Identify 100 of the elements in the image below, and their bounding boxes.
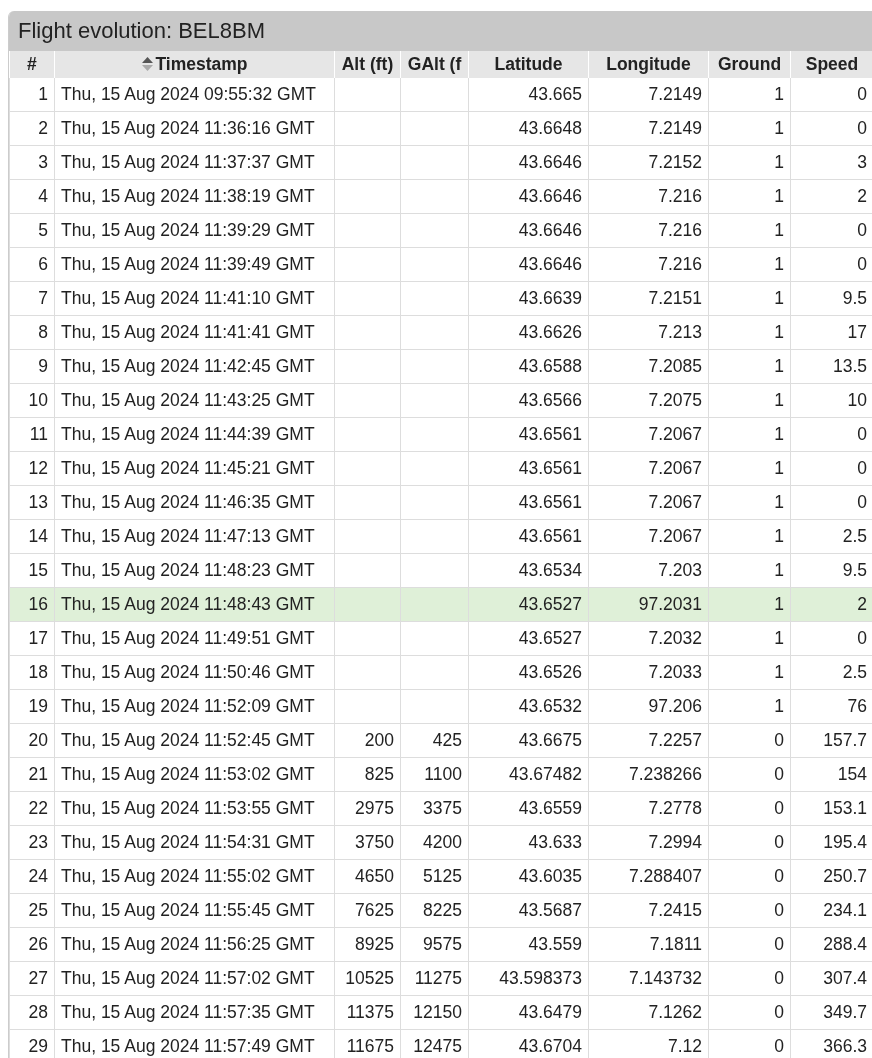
table-row[interactable]: 6 Thu, 15 Aug 2024 11:39:49 GMT 43.6646 7.216 1 0 xyxy=(9,247,872,282)
table-row[interactable]: 28 Thu, 15 Aug 2024 11:57:35 GMT 11375 12150 43.6479 7.1262 0 349.7 xyxy=(9,995,872,1030)
table-row[interactable]: 4 Thu, 15 Aug 2024 11:38:19 GMT 43.6646 7.216 1 2 xyxy=(9,179,872,214)
longitude-cell: 7.238266 xyxy=(588,757,709,792)
latitude-cell: 43.6527 xyxy=(468,621,589,656)
longitude-cell: 7.2075 xyxy=(588,383,709,418)
table-row[interactable]: 25 Thu, 15 Aug 2024 11:55:45 GMT 7625 8225 43.5687 7.2415 0 234.1 xyxy=(9,893,872,928)
timestamp-cell: Thu, 15 Aug 2024 11:38:19 GMT xyxy=(54,179,335,214)
table-row[interactable]: 13 Thu, 15 Aug 2024 11:46:35 GMT 43.6561 7.2067 1 0 xyxy=(9,485,872,520)
table-row[interactable]: 12 Thu, 15 Aug 2024 11:45:21 GMT 43.6561 7.2067 1 0 xyxy=(9,451,872,486)
row-number: 23 xyxy=(9,825,55,860)
column-header: Longitude xyxy=(588,51,709,78)
latitude-cell: 43.6561 xyxy=(468,451,589,486)
ground-cell: 1 xyxy=(708,587,791,622)
ground-cell: 1 xyxy=(708,315,791,350)
table-row[interactable]: 20 Thu, 15 Aug 2024 11:52:45 GMT 200 425 43.6675 7.2257 0 157.7 xyxy=(9,723,872,758)
longitude-cell: 7.2994 xyxy=(588,825,709,860)
longitude-cell: 97.206 xyxy=(588,689,709,724)
table-row[interactable]: 29 Thu, 15 Aug 2024 11:57:49 GMT 11675 12475 43.6704 7.12 0 366.3 xyxy=(9,1029,872,1058)
timestamp-cell: Thu, 15 Aug 2024 11:45:21 GMT xyxy=(54,451,335,486)
table-row[interactable]: 10 Thu, 15 Aug 2024 11:43:25 GMT 43.6566 7.2075 1 10 xyxy=(9,383,872,418)
gps-altitude-cell: 11275 xyxy=(400,961,469,996)
ground-cell: 1 xyxy=(708,451,791,486)
row-number: 26 xyxy=(9,927,55,962)
table-row[interactable]: 26 Thu, 15 Aug 2024 11:56:25 GMT 8925 9575 43.559 7.1811 0 288.4 xyxy=(9,927,872,962)
row-number: 20 xyxy=(9,723,55,758)
latitude-cell: 43.6646 xyxy=(468,179,589,214)
ground-cell: 1 xyxy=(708,485,791,520)
row-number: 13 xyxy=(9,485,55,520)
ground-cell: 1 xyxy=(708,417,791,452)
longitude-cell: 7.2149 xyxy=(588,78,709,112)
longitude-cell: 7.2067 xyxy=(588,519,709,554)
row-number: 9 xyxy=(9,349,55,384)
ground-cell: 1 xyxy=(708,179,791,214)
timestamp-cell: Thu, 15 Aug 2024 11:36:16 GMT xyxy=(54,111,335,146)
altitude-cell: 8925 xyxy=(334,927,401,962)
table-row[interactable]: 9 Thu, 15 Aug 2024 11:42:45 GMT 43.6588 7.2085 1 13.5 xyxy=(9,349,872,384)
latitude-cell: 43.6532 xyxy=(468,689,589,724)
longitude-cell: 7.203 xyxy=(588,553,709,588)
latitude-cell: 43.6639 xyxy=(468,281,589,316)
latitude-cell: 43.6648 xyxy=(468,111,589,146)
table-row[interactable]: 5 Thu, 15 Aug 2024 11:39:29 GMT 43.6646 7.216 1 0 xyxy=(9,213,872,248)
gps-altitude-cell: 8225 xyxy=(400,893,469,928)
latitude-cell: 43.598373 xyxy=(468,961,589,996)
longitude-cell: 7.2149 xyxy=(588,111,709,146)
row-number: 27 xyxy=(9,961,55,996)
timestamp-cell: Thu, 15 Aug 2024 11:57:35 GMT xyxy=(54,995,335,1030)
longitude-cell: 7.2032 xyxy=(588,621,709,656)
column-header: Speed xyxy=(790,51,872,78)
table-row[interactable]: 19 Thu, 15 Aug 2024 11:52:09 GMT 43.6532 97.206 1 76 xyxy=(9,689,872,724)
longitude-cell: 7.2067 xyxy=(588,451,709,486)
table-row[interactable]: 18 Thu, 15 Aug 2024 11:50:46 GMT 43.6526 7.2033 1 2.5 xyxy=(9,655,872,690)
gps-altitude-cell: 4200 xyxy=(400,825,469,860)
ground-cell: 1 xyxy=(708,655,791,690)
longitude-cell: 7.2067 xyxy=(588,485,709,520)
table-row[interactable]: 16 Thu, 15 Aug 2024 11:48:43 GMT 43.6527 97.2031 1 2 xyxy=(9,587,872,622)
row-number: 28 xyxy=(9,995,55,1030)
table-row[interactable]: 11 Thu, 15 Aug 2024 11:44:39 GMT 43.6561 7.2067 1 0 xyxy=(9,417,872,452)
table-row[interactable]: 22 Thu, 15 Aug 2024 11:53:55 GMT 2975 3375 43.6559 7.2778 0 153.1 xyxy=(9,791,872,826)
table-row[interactable]: 17 Thu, 15 Aug 2024 11:49:51 GMT 43.6527 7.2032 1 0 xyxy=(9,621,872,656)
table-row[interactable]: 23 Thu, 15 Aug 2024 11:54:31 GMT 3750 4200 43.633 7.2994 0 195.4 xyxy=(9,825,872,860)
table-row[interactable]: 27 Thu, 15 Aug 2024 11:57:02 GMT 10525 11275 43.598373 7.143732 0 307.4 xyxy=(9,961,872,996)
latitude-cell: 43.6561 xyxy=(468,519,589,554)
timestamp-cell: Thu, 15 Aug 2024 11:46:35 GMT xyxy=(54,485,335,520)
row-number: 14 xyxy=(9,519,55,554)
gps-altitude-cell: 12150 xyxy=(400,995,469,1030)
timestamp-cell: Thu, 15 Aug 2024 11:39:29 GMT xyxy=(54,213,335,248)
latitude-cell: 43.6646 xyxy=(468,213,589,248)
latitude-cell: 43.6035 xyxy=(468,859,589,894)
gps-altitude-cell: 3375 xyxy=(400,791,469,826)
table-row[interactable]: 3 Thu, 15 Aug 2024 11:37:37 GMT 43.6646 7.2152 1 3 xyxy=(9,145,872,180)
latitude-cell: 43.6675 xyxy=(468,723,589,758)
row-number: 15 xyxy=(9,553,55,588)
timestamp-cell: Thu, 15 Aug 2024 11:48:23 GMT xyxy=(54,553,335,588)
row-number: 8 xyxy=(9,315,55,350)
longitude-cell: 7.2152 xyxy=(588,145,709,180)
ground-cell: 1 xyxy=(708,553,791,588)
timestamp-cell: Thu, 15 Aug 2024 11:39:49 GMT xyxy=(54,247,335,282)
row-number: 16 xyxy=(9,587,55,622)
row-number: 5 xyxy=(9,213,55,248)
table-row[interactable]: 7 Thu, 15 Aug 2024 11:41:10 GMT 43.6639 7.2151 1 9.5 xyxy=(9,281,872,316)
timestamp-cell: Thu, 15 Aug 2024 11:44:39 GMT xyxy=(54,417,335,452)
table-row[interactable]: 15 Thu, 15 Aug 2024 11:48:23 GMT 43.6534 7.203 1 9.5 xyxy=(9,553,872,588)
table-row[interactable]: 1 Thu, 15 Aug 2024 09:55:32 GMT 43.665 7.2149 1 0 xyxy=(9,78,872,112)
table-row[interactable]: 24 Thu, 15 Aug 2024 11:55:02 GMT 4650 5125 43.6035 7.288407 0 250.7 xyxy=(9,859,872,894)
latitude-cell: 43.67482 xyxy=(468,757,589,792)
ground-cell: 1 xyxy=(708,145,791,180)
row-number: 3 xyxy=(9,145,55,180)
timestamp-cell: Thu, 15 Aug 2024 11:52:09 GMT xyxy=(54,689,335,724)
table-row[interactable]: 21 Thu, 15 Aug 2024 11:53:02 GMT 825 1100 43.67482 7.238266 0 154 xyxy=(9,757,872,792)
column-header[interactable]: Timestamp xyxy=(54,51,335,78)
timestamp-cell: Thu, 15 Aug 2024 09:55:32 GMT xyxy=(54,78,335,112)
table-row[interactable]: 2 Thu, 15 Aug 2024 11:36:16 GMT 43.6648 7.2149 1 0 xyxy=(9,111,872,146)
timestamp-cell: Thu, 15 Aug 2024 11:47:13 GMT xyxy=(54,519,335,554)
timestamp-cell: Thu, 15 Aug 2024 11:53:02 GMT xyxy=(54,757,335,792)
latitude-cell: 43.6626 xyxy=(468,315,589,350)
table-row[interactable]: 14 Thu, 15 Aug 2024 11:47:13 GMT 43.6561 7.2067 1 2.5 xyxy=(9,519,872,554)
longitude-cell: 7.2415 xyxy=(588,893,709,928)
ground-cell: 1 xyxy=(708,519,791,554)
table-row[interactable]: 8 Thu, 15 Aug 2024 11:41:41 GMT 43.6626 7.213 1 17 xyxy=(9,315,872,350)
